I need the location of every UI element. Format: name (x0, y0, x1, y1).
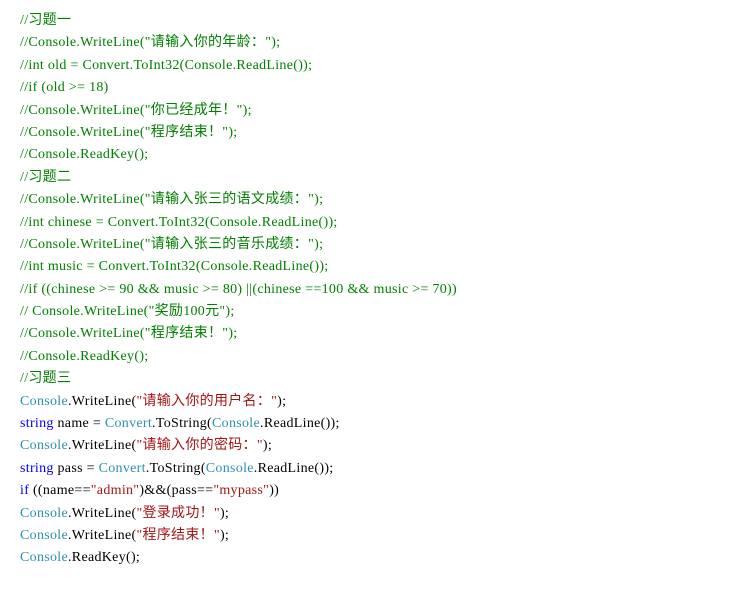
code-token-class: Console (20, 528, 68, 543)
code-line: string name = Convert.ToString(Console.R… (20, 413, 728, 435)
code-token-normal: )) (269, 483, 279, 498)
code-line: if ((name=="admin")&&(pass=="mypass")) (20, 480, 728, 502)
code-token-string: "mypass" (213, 483, 269, 498)
code-token-class: Console (20, 550, 68, 565)
code-line: // Console.WriteLine("奖励100元"); (20, 301, 728, 323)
code-token-string: "请输入你的密码：" (136, 438, 262, 453)
code-token-normal: ); (277, 394, 286, 409)
code-token-comment: //Console.ReadKey(); (20, 349, 148, 364)
code-token-normal: .ToString( (146, 461, 206, 476)
code-line: //int old = Convert.ToInt32(Console.Read… (20, 55, 728, 77)
code-token-normal: .WriteLine( (68, 528, 136, 543)
code-token-string: "登录成功！" (136, 506, 220, 521)
code-token-comment: //int music = Convert.ToInt32(Console.Re… (20, 259, 328, 274)
code-line: //习题二 (20, 167, 728, 189)
code-line: //Console.WriteLine("程序结束！"); (20, 323, 728, 345)
code-token-normal: .WriteLine( (68, 438, 136, 453)
code-token-class: Console (20, 506, 68, 521)
code-token-comment: //Console.WriteLine("请输入张三的音乐成绩："); (20, 237, 323, 252)
code-line: //习题一 (20, 10, 728, 32)
code-line: Console.WriteLine("程序结束！"); (20, 525, 728, 547)
code-token-class: Convert (105, 416, 152, 431)
code-token-normal: .ReadLine()); (254, 461, 334, 476)
code-token-comment: //Console.WriteLine("你已经成年！"); (20, 103, 252, 118)
code-token-class: Console (212, 416, 260, 431)
code-token-comment: //习题二 (20, 170, 71, 185)
code-line: Console.ReadKey(); (20, 547, 728, 569)
code-token-class: Convert (99, 461, 146, 476)
code-line: //Console.ReadKey(); (20, 144, 728, 166)
code-token-comment: //Console.ReadKey(); (20, 147, 148, 162)
code-token-normal: pass = (54, 461, 99, 476)
code-line: //int chinese = Convert.ToInt32(Console.… (20, 212, 728, 234)
code-line: //Console.WriteLine("你已经成年！"); (20, 100, 728, 122)
code-token-normal: ); (263, 438, 272, 453)
code-token-normal: .WriteLine( (68, 394, 136, 409)
code-token-normal: ); (220, 528, 229, 543)
code-line: Console.WriteLine("请输入你的密码："); (20, 435, 728, 457)
code-token-comment: //Console.WriteLine("程序结束！"); (20, 326, 237, 341)
code-token-comment: //习题三 (20, 371, 71, 386)
code-token-comment: // Console.WriteLine("奖励100元"); (20, 304, 235, 319)
code-token-keyword: string (20, 416, 54, 431)
code-token-normal: .ReadLine()); (260, 416, 340, 431)
code-token-string: "请输入你的用户名：" (136, 394, 277, 409)
code-token-keyword: string (20, 461, 54, 476)
code-line: //Console.ReadKey(); (20, 346, 728, 368)
code-line: Console.WriteLine("登录成功！"); (20, 503, 728, 525)
code-line: //Console.WriteLine("程序结束！"); (20, 122, 728, 144)
code-line: Console.WriteLine("请输入你的用户名："); (20, 391, 728, 413)
code-token-normal: .ToString( (152, 416, 212, 431)
code-token-comment: //if (old >= 18) (20, 80, 109, 95)
code-line: //Console.WriteLine("请输入张三的语文成绩："); (20, 189, 728, 211)
code-token-class: Console (206, 461, 254, 476)
code-token-normal: )&&(pass== (139, 483, 213, 498)
code-line: //if (old >= 18) (20, 77, 728, 99)
code-token-class: Console (20, 438, 68, 453)
code-token-class: Console (20, 394, 68, 409)
code-block: //习题一 //Console.WriteLine("请输入你的年龄："); //i… (20, 10, 728, 570)
code-token-string: "程序结束！" (136, 528, 220, 543)
code-token-comment: //Console.WriteLine("请输入你的年龄："); (20, 35, 280, 50)
code-line: //Console.WriteLine("请输入你的年龄："); (20, 32, 728, 54)
code-token-normal: .ReadKey(); (68, 550, 140, 565)
code-token-normal: ); (220, 506, 229, 521)
code-token-normal: name = (54, 416, 105, 431)
code-line: //if ((chinese >= 90 && music >= 80) ||(… (20, 279, 728, 301)
code-token-comment: //习题一 (20, 13, 71, 28)
code-token-comment: //Console.WriteLine("程序结束！"); (20, 125, 237, 140)
code-line: //int music = Convert.ToInt32(Console.Re… (20, 256, 728, 278)
code-token-comment: //Console.WriteLine("请输入张三的语文成绩："); (20, 192, 323, 207)
code-token-comment: //int old = Convert.ToInt32(Console.Read… (20, 58, 312, 73)
code-line: //习题三 (20, 368, 728, 390)
code-token-normal: ((name== (29, 483, 91, 498)
code-token-keyword: if (20, 483, 29, 498)
code-line: string pass = Convert.ToString(Console.R… (20, 458, 728, 480)
code-token-comment: //int chinese = Convert.ToInt32(Console.… (20, 215, 338, 230)
code-line: //Console.WriteLine("请输入张三的音乐成绩："); (20, 234, 728, 256)
code-token-comment: //if ((chinese >= 90 && music >= 80) ||(… (20, 282, 457, 297)
code-token-normal: .WriteLine( (68, 506, 136, 521)
code-token-string: "admin" (91, 483, 140, 498)
